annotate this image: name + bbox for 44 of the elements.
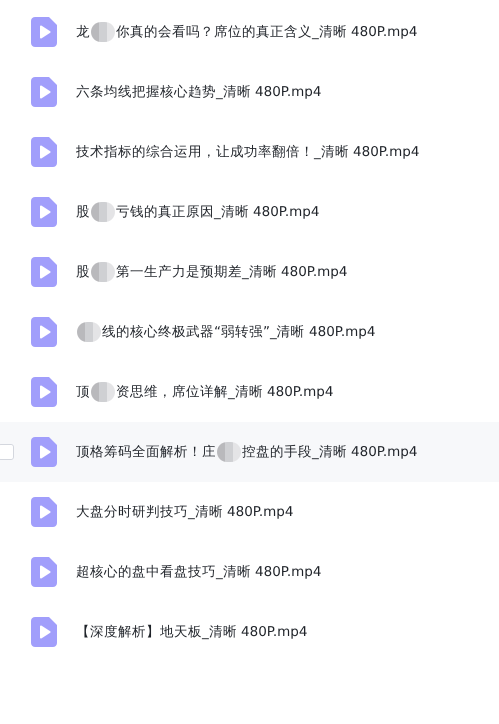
- file-name: 亏钱的真正原因_清晰 480P.mp4: [116, 203, 320, 221]
- file-name: 龙: [76, 23, 90, 41]
- blur-patch: [91, 382, 115, 402]
- blur-patch: [91, 262, 115, 282]
- file-row[interactable]: 股 第一生产力是预期差_清晰 480P.mp4: [0, 242, 499, 302]
- file-name: 控盘的手段_清晰 480P.mp4: [242, 443, 418, 461]
- video-file-icon: [31, 317, 57, 347]
- blur-patch: [91, 202, 115, 222]
- file-name: 股: [76, 263, 90, 281]
- file-row[interactable]: 龙 你真的会看吗？席位的真正含义_清晰 480P.mp4: [0, 2, 499, 62]
- video-file-icon: [31, 197, 57, 227]
- video-file-icon: [31, 377, 57, 407]
- blur-patch: [217, 442, 241, 462]
- file-name: 顶: [76, 383, 90, 401]
- file-row[interactable]: 【深度解析】地天板_清晰 480P.mp4: [0, 602, 499, 662]
- file-row[interactable]: 顶格筹码全面解析！庄 控盘的手段_清晰 480P.mp4: [0, 422, 499, 482]
- file-name: 大盘分时研判技巧_清晰 480P.mp4: [76, 503, 294, 521]
- file-name: 股: [76, 203, 90, 221]
- video-file-icon: [31, 257, 57, 287]
- file-row[interactable]: 六条均线把握核心趋势_清晰 480P.mp4: [0, 62, 499, 122]
- file-name: 第一生产力是预期差_清晰 480P.mp4: [116, 263, 348, 281]
- video-file-icon: [31, 17, 57, 47]
- file-name: 【深度解析】地天板_清晰 480P.mp4: [76, 623, 308, 641]
- file-row[interactable]: 技术指标的综合运用，让成功率翻倍！_清晰 480P.mp4: [0, 122, 499, 182]
- file-row[interactable]: 顶 资思维，席位详解_清晰 480P.mp4: [0, 362, 499, 422]
- file-name: 线的核心终极武器“弱转强”_清晰 480P.mp4: [102, 323, 376, 341]
- video-file-icon: [31, 497, 57, 527]
- video-file-icon: [31, 137, 57, 167]
- file-name: 六条均线把握核心趋势_清晰 480P.mp4: [76, 83, 322, 101]
- file-name: 资思维，席位详解_清晰 480P.mp4: [116, 383, 334, 401]
- file-name: 你真的会看吗？席位的真正含义_清晰 480P.mp4: [116, 23, 418, 41]
- file-row[interactable]: 股 亏钱的真正原因_清晰 480P.mp4: [0, 182, 499, 242]
- video-file-icon: [31, 437, 57, 467]
- blur-patch: [91, 22, 115, 42]
- video-file-icon: [31, 77, 57, 107]
- file-name: 顶格筹码全面解析！庄: [76, 443, 216, 461]
- checkbox[interactable]: [0, 444, 14, 460]
- video-file-icon: [31, 617, 57, 647]
- video-file-icon: [31, 557, 57, 587]
- file-row[interactable]: 大盘分时研判技巧_清晰 480P.mp4: [0, 482, 499, 542]
- file-row[interactable]: 超核心的盘中看盘技巧_清晰 480P.mp4: [0, 542, 499, 602]
- file-row[interactable]: 线的核心终极武器“弱转强”_清晰 480P.mp4: [0, 302, 499, 362]
- file-name: 技术指标的综合运用，让成功率翻倍！_清晰 480P.mp4: [76, 143, 420, 161]
- file-name: 超核心的盘中看盘技巧_清晰 480P.mp4: [76, 563, 322, 581]
